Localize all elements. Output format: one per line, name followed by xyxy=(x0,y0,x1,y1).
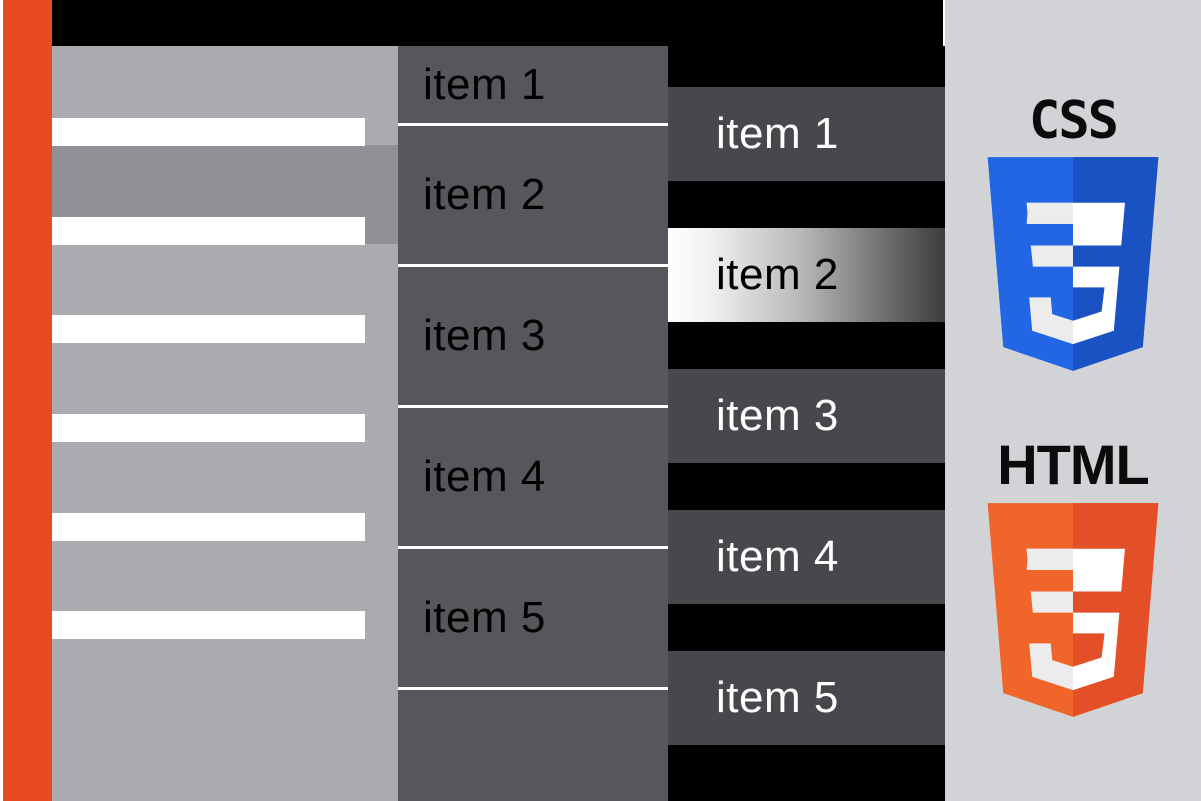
highlight-list: item 1 item 2 item 3 item 4 item 5 xyxy=(668,46,945,801)
bordered-list-item-2[interactable]: item 2 xyxy=(398,126,668,267)
header-strip xyxy=(52,0,943,46)
bordered-list-item-5[interactable]: item 5 xyxy=(398,549,668,690)
highlight-list-item-label: item 2 xyxy=(716,250,839,299)
placeholder-bar xyxy=(52,118,365,146)
highlight-list-item-label: item 1 xyxy=(716,109,839,158)
bordered-list: item 1 item 2 item 3 item 4 item 5 xyxy=(398,46,668,801)
placeholder-bar xyxy=(52,414,365,442)
bordered-list-item-3[interactable]: item 3 xyxy=(398,267,668,408)
highlight-list-item-5[interactable]: item 5 xyxy=(668,651,945,745)
css-wordmark: CSS xyxy=(1029,91,1119,151)
html-wordmark: HTML xyxy=(997,433,1150,496)
bordered-list-item-label: item 1 xyxy=(423,59,546,109)
css3-shield-icon xyxy=(987,157,1159,371)
placeholder-bar xyxy=(52,217,365,245)
screenshot-root: item 1 item 2 item 3 item 4 item 5 item … xyxy=(0,0,1201,801)
bordered-list-item-label: item 4 xyxy=(423,452,546,501)
html5-shield-icon xyxy=(987,503,1159,717)
list-item[interactable] xyxy=(52,541,398,801)
bordered-list-item-4[interactable]: item 4 xyxy=(398,408,668,549)
highlight-list-item-label: item 4 xyxy=(716,532,839,581)
bordered-list-item-label: item 2 xyxy=(423,170,546,219)
skeleton-list xyxy=(52,46,398,801)
accent-bar xyxy=(3,0,52,801)
logo-panel: CSS HTML xyxy=(945,0,1201,801)
placeholder-bar xyxy=(52,611,365,639)
css3-logo: CSS xyxy=(945,95,1201,373)
highlight-list-item-2-selected[interactable]: item 2 xyxy=(668,228,945,322)
placeholder-bar xyxy=(52,513,365,541)
html5-logo: HTML xyxy=(945,437,1201,719)
placeholder-bar xyxy=(52,315,365,343)
bordered-list-item-label: item 5 xyxy=(423,593,546,642)
highlight-list-item-label: item 5 xyxy=(716,673,839,722)
highlight-list-item-1[interactable]: item 1 xyxy=(668,87,945,181)
highlight-list-item-label: item 3 xyxy=(716,391,839,440)
bordered-list-item-label: item 3 xyxy=(423,311,546,360)
highlight-list-item-3[interactable]: item 3 xyxy=(668,369,945,463)
highlight-list-item-4[interactable]: item 4 xyxy=(668,510,945,604)
bordered-list-item-1[interactable]: item 1 xyxy=(398,46,668,126)
